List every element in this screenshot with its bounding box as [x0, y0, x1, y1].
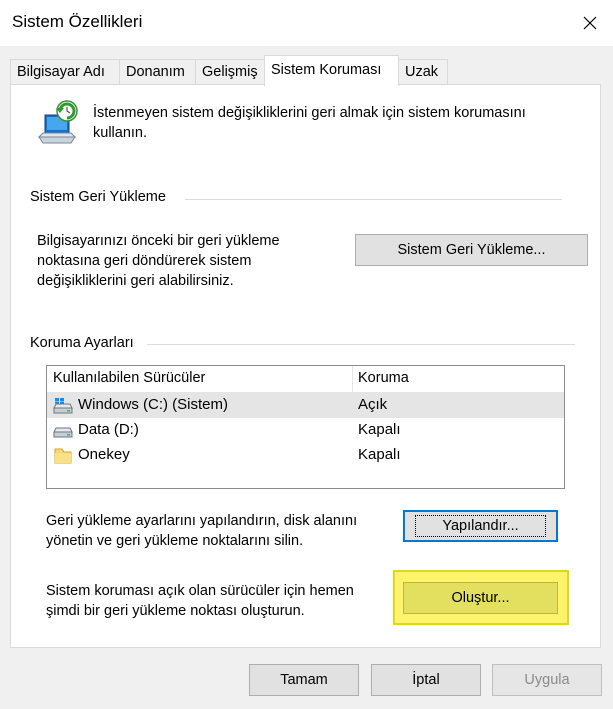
restore-group-title: Sistem Geri Yükleme — [30, 189, 170, 205]
drives-list[interactable]: Kullanılabilen Sürücüler Koruma Windows … — [46, 365, 565, 489]
system-protection-icon — [37, 100, 78, 144]
drive-row-data[interactable]: Data (D:) Kapalı — [47, 418, 564, 443]
configure-button-label: Yapılandır... — [415, 515, 546, 537]
drive-protection-status: Kapalı — [358, 421, 401, 438]
drive-name: Data (D:) — [78, 421, 139, 438]
title-bar: Sistem Özellikleri — [0, 0, 613, 46]
system-protection-panel: İstenmeyen sistem değişikliklerini geri … — [10, 84, 601, 648]
tab-computer-name[interactable]: Bilgisayar Adı — [10, 59, 120, 84]
drives-list-header: Kullanılabilen Sürücüler Koruma — [47, 366, 564, 393]
tab-advanced[interactable]: Gelişmiş — [195, 59, 265, 84]
drive-icon — [53, 427, 73, 438]
create-button[interactable]: Oluştur... — [403, 582, 558, 614]
apply-button[interactable]: Uygula — [492, 664, 602, 696]
ok-button[interactable]: Tamam — [249, 664, 359, 696]
drive-protection-status: Kapalı — [358, 446, 401, 463]
configure-button[interactable]: Yapılandır... — [403, 510, 558, 542]
intro-text: İstenmeyen sistem değişikliklerini geri … — [93, 105, 526, 141]
restore-group-line — [185, 199, 562, 200]
column-header-drive[interactable]: Kullanılabilen Sürücüler — [53, 370, 205, 386]
system-restore-button[interactable]: Sistem Geri Yükleme... — [355, 234, 588, 266]
drive-row-windows[interactable]: Windows (C:) (Sistem) Açık — [47, 393, 564, 418]
protection-group-line — [147, 344, 575, 345]
create-description: Sistem koruması açık olan sürücüler için… — [46, 583, 354, 619]
windows-drive-icon — [53, 398, 73, 414]
drive-row-onekey[interactable]: Onekey Kapalı — [47, 443, 564, 468]
drive-name: Onekey — [78, 446, 130, 463]
tab-system-protection[interactable]: Sistem Koruması — [264, 55, 399, 86]
window-title: Sistem Özellikleri — [12, 12, 143, 31]
configure-description: Geri yükleme ayarlarını yapılandırın, di… — [46, 513, 358, 549]
tab-remote[interactable]: Uzak — [398, 59, 448, 84]
column-header-protection[interactable]: Koruma — [358, 370, 409, 386]
tab-hardware[interactable]: Donanım — [119, 59, 196, 84]
drive-protection-status: Açık — [358, 396, 388, 413]
column-separator[interactable] — [352, 366, 353, 392]
cancel-button[interactable]: İptal — [371, 664, 481, 696]
drive-name: Windows (C:) (Sistem) — [78, 396, 229, 413]
system-properties-dialog: Sistem Özellikleri Bilgisayar Adı Donanı… — [0, 0, 613, 709]
close-icon — [583, 16, 597, 30]
folder-icon — [54, 448, 72, 464]
restore-description: Bilgisayarınızı önceki bir geri yükleme … — [37, 233, 280, 289]
protection-group-title: Koruma Ayarları — [30, 335, 138, 351]
close-button[interactable] — [567, 0, 613, 46]
